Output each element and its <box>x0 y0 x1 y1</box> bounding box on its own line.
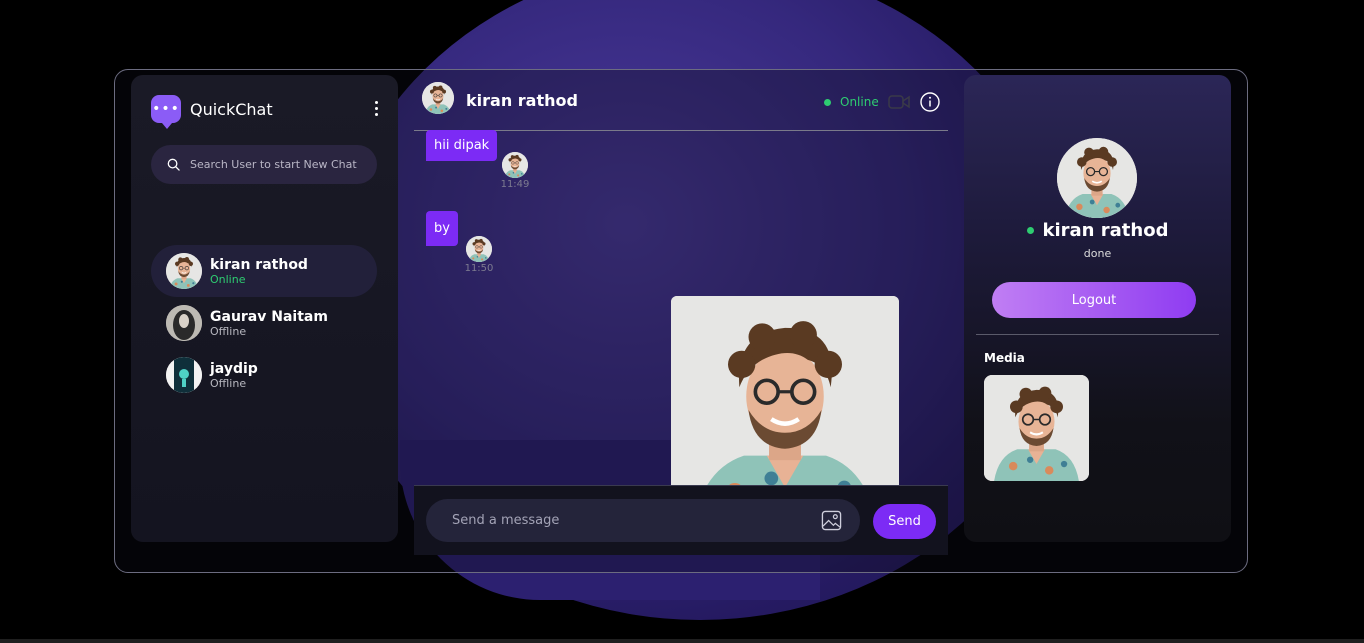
taskbar <box>0 639 1364 643</box>
user-name: jaydip <box>210 360 258 377</box>
message-composer: Send <box>414 485 948 555</box>
logout-button[interactable]: Logout <box>992 282 1196 318</box>
sidebar: ••• QuickChat kiran rathod Online <box>131 75 398 542</box>
search-icon <box>167 158 180 171</box>
user-item-gaurav-naitam[interactable]: Gaurav Naitam Offline <box>151 297 377 349</box>
user-item-kiran-rathod[interactable]: kiran rathod Online <box>151 245 377 297</box>
divider <box>976 334 1219 335</box>
chat-status-text: Online <box>840 95 879 109</box>
profile-bio: done <box>1083 247 1112 260</box>
avatar <box>166 253 202 289</box>
image-message[interactable] <box>671 296 899 485</box>
chat-header: kiran rathod Online <box>414 80 948 131</box>
search-input[interactable] <box>188 157 372 172</box>
message-input[interactable] <box>450 512 794 529</box>
profile-avatar <box>1057 138 1137 218</box>
profile-panel: kiran rathod done Logout Media <box>964 75 1231 542</box>
video-icon[interactable] <box>888 94 910 110</box>
send-button[interactable]: Send <box>873 504 936 539</box>
profile-name: kiran rathod <box>1042 220 1169 241</box>
user-name: Gaurav Naitam <box>210 308 328 325</box>
chat-status: Online <box>824 95 879 109</box>
message-meta: 11:49 <box>500 152 530 190</box>
online-dot-icon <box>824 98 831 106</box>
logo-glyph: ••• <box>152 101 180 117</box>
message-time: 11:50 <box>464 263 494 274</box>
chat-avatar[interactable] <box>422 82 454 114</box>
user-list: kiran rathod Online Gaurav Naitam Offlin… <box>151 245 377 401</box>
media-thumbnail[interactable] <box>984 375 1089 481</box>
app-name: QuickChat <box>190 99 273 119</box>
message-bubble: by <box>426 211 458 246</box>
avatar <box>502 152 528 178</box>
message-box[interactable] <box>426 499 860 542</box>
message: by <box>426 211 458 246</box>
chat-contact-name: kiran rathod <box>466 91 578 110</box>
user-item-jaydip[interactable]: jaydip Offline <box>151 349 377 401</box>
user-status: Offline <box>210 376 247 390</box>
chat-bubble-icon: ••• <box>151 95 181 129</box>
user-name: kiran rathod <box>210 256 308 273</box>
user-status: Offline <box>210 324 247 338</box>
more-menu-icon[interactable] <box>375 101 378 116</box>
image-upload-icon[interactable] <box>821 510 842 531</box>
media-title: Media <box>984 351 1025 365</box>
online-dot-icon <box>1026 227 1034 234</box>
message-bubble: hii dipak <box>426 130 498 161</box>
search-bar[interactable] <box>151 145 377 184</box>
info-icon[interactable] <box>920 92 940 112</box>
message-meta: 11:50 <box>464 236 494 274</box>
avatar <box>166 357 202 393</box>
app-logo: ••• QuickChat <box>151 95 273 129</box>
avatar <box>166 305 202 341</box>
message-time: 11:49 <box>500 179 530 190</box>
avatar <box>466 236 492 262</box>
profile-name-row: kiran rathod <box>964 220 1231 241</box>
message: hii dipak <box>426 130 498 161</box>
user-status: Online <box>210 272 246 286</box>
